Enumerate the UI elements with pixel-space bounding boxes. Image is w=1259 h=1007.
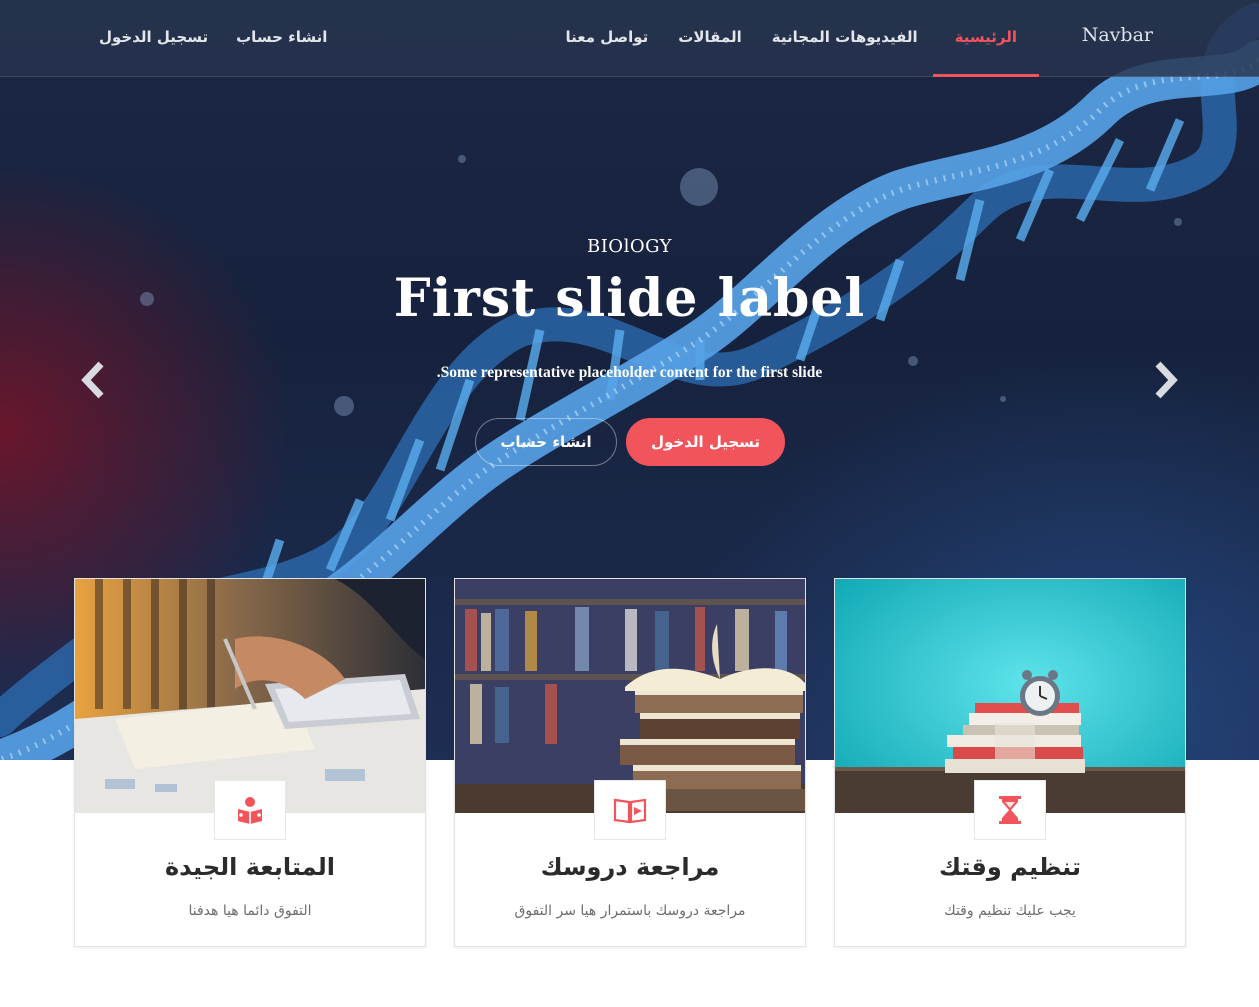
card-photo-books	[455, 579, 805, 813]
card-title: مراجعة دروسك	[540, 853, 720, 881]
carousel-prev-button[interactable]	[74, 358, 114, 402]
bokeh-dot	[334, 396, 354, 416]
nav-link-contact[interactable]: تواصل معنا	[550, 0, 663, 77]
navbar-brand[interactable]: Navbar	[1082, 24, 1153, 46]
feature-card-time-management: تنظيم وقتك يجب عليك تنظيم وقتك	[834, 578, 1186, 947]
card-text: يجب عليك تنظيم وقتك	[944, 903, 1076, 919]
top-navbar: Navbar الرئيسية الفيديوهات المجانية المق…	[0, 0, 1259, 77]
chevron-right-icon	[1155, 361, 1178, 399]
card-photo-writing	[75, 579, 425, 813]
nav-link-free-videos[interactable]: الفيديوهات المجانية	[757, 0, 933, 77]
card-icon-box	[214, 780, 286, 840]
card-photo-clock-books	[835, 579, 1185, 813]
bokeh-dot	[1000, 396, 1006, 402]
hourglass-icon	[999, 796, 1021, 824]
bokeh-dot	[458, 155, 466, 163]
slide-title: First slide label	[393, 268, 866, 329]
feature-card-follow-up: المتابعة الجيدة التفوق دائما هيا هدفنا	[74, 578, 426, 947]
auth-links: تسجيل الدخول انشاء حساب	[85, 0, 341, 77]
video-book-icon	[613, 798, 647, 824]
slide-description: .Some representative placeholder content…	[436, 364, 823, 381]
nav-links: الرئيسية الفيديوهات المجانية المقالات تو…	[550, 0, 1040, 77]
card-text: مراجعة دروسك باستمرار هيا سر التفوق	[514, 903, 746, 919]
reading-person-icon	[238, 797, 262, 824]
nav-login-link[interactable]: تسجيل الدخول	[85, 0, 222, 77]
card-title: المتابعة الجيدة	[165, 853, 335, 881]
nav-register-link[interactable]: انشاء حساب	[222, 0, 341, 77]
card-text: التفوق دائما هيا هدفنا	[188, 903, 312, 919]
card-icon-box	[594, 780, 666, 840]
feature-card-review-lessons: مراجعة دروسك مراجعة دروسك باستمرار هيا س…	[454, 578, 806, 947]
bokeh-dot	[1174, 218, 1182, 226]
nav-link-home[interactable]: الرئيسية	[932, 0, 1040, 77]
nav-link-articles[interactable]: المقالات	[663, 0, 757, 77]
card-title: تنظيم وقتك	[939, 853, 1081, 881]
slide-subtitle: BIOlOGY	[586, 236, 673, 257]
carousel-next-button[interactable]	[1145, 358, 1185, 402]
hero-register-button[interactable]: انشاء حساب	[475, 418, 617, 466]
hero-login-button[interactable]: تسجيل الدخول	[626, 418, 785, 466]
chevron-left-icon	[81, 361, 104, 399]
card-icon-box	[974, 780, 1046, 840]
bokeh-dot	[680, 168, 718, 206]
